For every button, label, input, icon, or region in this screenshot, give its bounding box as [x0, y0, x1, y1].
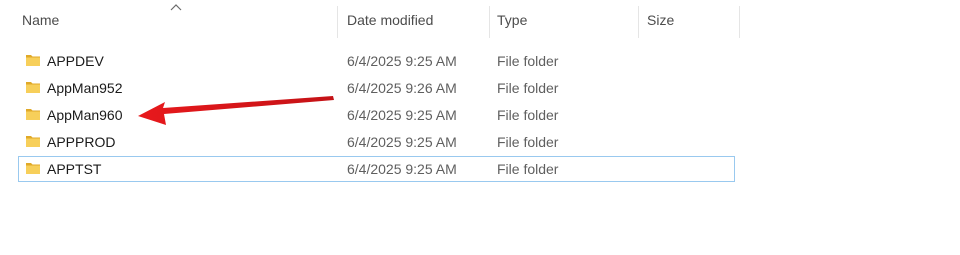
file-date-modified: 6/4/2025 9:25 AM [347, 107, 457, 123]
file-type: File folder [497, 134, 559, 150]
file-type: File folder [497, 80, 559, 96]
file-type: File folder [497, 107, 559, 123]
file-row-appdev[interactable]: APPDEV 6/4/2025 9:25 AM File folder [18, 48, 735, 74]
folder-icon [26, 55, 40, 66]
file-date-modified: 6/4/2025 9:26 AM [347, 80, 457, 96]
column-divider[interactable] [337, 6, 338, 38]
column-header-name[interactable]: Name [22, 0, 337, 40]
file-date-modified: 6/4/2025 9:25 AM [347, 134, 457, 150]
folder-icon [26, 82, 40, 93]
file-date-modified: 6/4/2025 9:25 AM [347, 161, 457, 177]
column-divider[interactable] [638, 6, 639, 38]
file-row-appprod[interactable]: APPPROD 6/4/2025 9:25 AM File folder [18, 129, 735, 155]
file-type: File folder [497, 161, 559, 177]
column-header-bar: Name Date modified Type Size [0, 0, 960, 40]
column-header-date-modified[interactable]: Date modified [347, 0, 487, 40]
folder-icon [26, 109, 40, 120]
file-type: File folder [497, 53, 559, 69]
file-row-appman952[interactable]: AppMan952 6/4/2025 9:26 AM File folder [18, 75, 735, 101]
column-header-type[interactable]: Type [497, 0, 637, 40]
file-name: APPDEV [47, 53, 104, 69]
file-date-modified: 6/4/2025 9:25 AM [347, 53, 457, 69]
file-name: APPPROD [47, 134, 116, 150]
column-divider[interactable] [739, 6, 740, 38]
file-row-appman960[interactable]: AppMan960 6/4/2025 9:25 AM File folder [18, 102, 735, 128]
folder-icon [26, 163, 40, 174]
column-divider[interactable] [489, 6, 490, 38]
folder-icon [26, 136, 40, 147]
file-name: AppMan952 [47, 80, 123, 96]
file-name: APPTST [47, 161, 102, 177]
file-name: AppMan960 [47, 107, 123, 123]
column-header-size[interactable]: Size [647, 0, 737, 40]
file-row-apptst[interactable]: APPTST 6/4/2025 9:25 AM File folder [18, 156, 735, 182]
